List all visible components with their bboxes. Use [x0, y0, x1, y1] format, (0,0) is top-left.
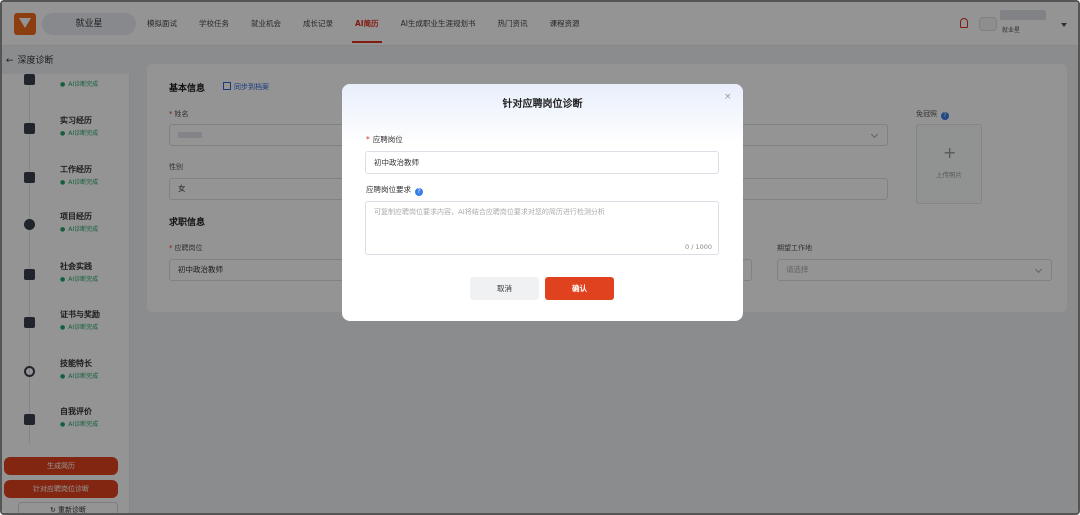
info-icon[interactable]: ?	[415, 188, 423, 196]
modal-position-label: 应聘岗位	[366, 134, 403, 145]
job-diagnosis-modal: 针对应聘岗位诊断 × 应聘岗位 初中政治教师 应聘岗位要求? 可复制应聘岗位要求…	[342, 84, 743, 321]
confirm-button[interactable]: 确认	[545, 277, 614, 300]
requirement-placeholder: 可复制应聘岗位要求内容，AI将结合应聘岗位要求对您的简历进行检测分析	[374, 208, 605, 216]
char-counter: 0 / 1000	[685, 243, 712, 251]
modal-title: 针对应聘岗位诊断	[502, 99, 583, 110]
close-icon[interactable]: ×	[724, 92, 732, 102]
app-window: 就业星 模拟面试 学校任务 就业机会 成长记录 AI简历 AI生成职业生涯规划书…	[0, 0, 1080, 515]
modal-requirement-label: 应聘岗位要求?	[366, 184, 423, 196]
requirement-textarea[interactable]: 可复制应聘岗位要求内容，AI将结合应聘岗位要求对您的简历进行检测分析 0 / 1…	[365, 201, 719, 255]
modal-position-input[interactable]: 初中政治教师	[365, 151, 719, 174]
cancel-button[interactable]: 取消	[470, 277, 539, 300]
